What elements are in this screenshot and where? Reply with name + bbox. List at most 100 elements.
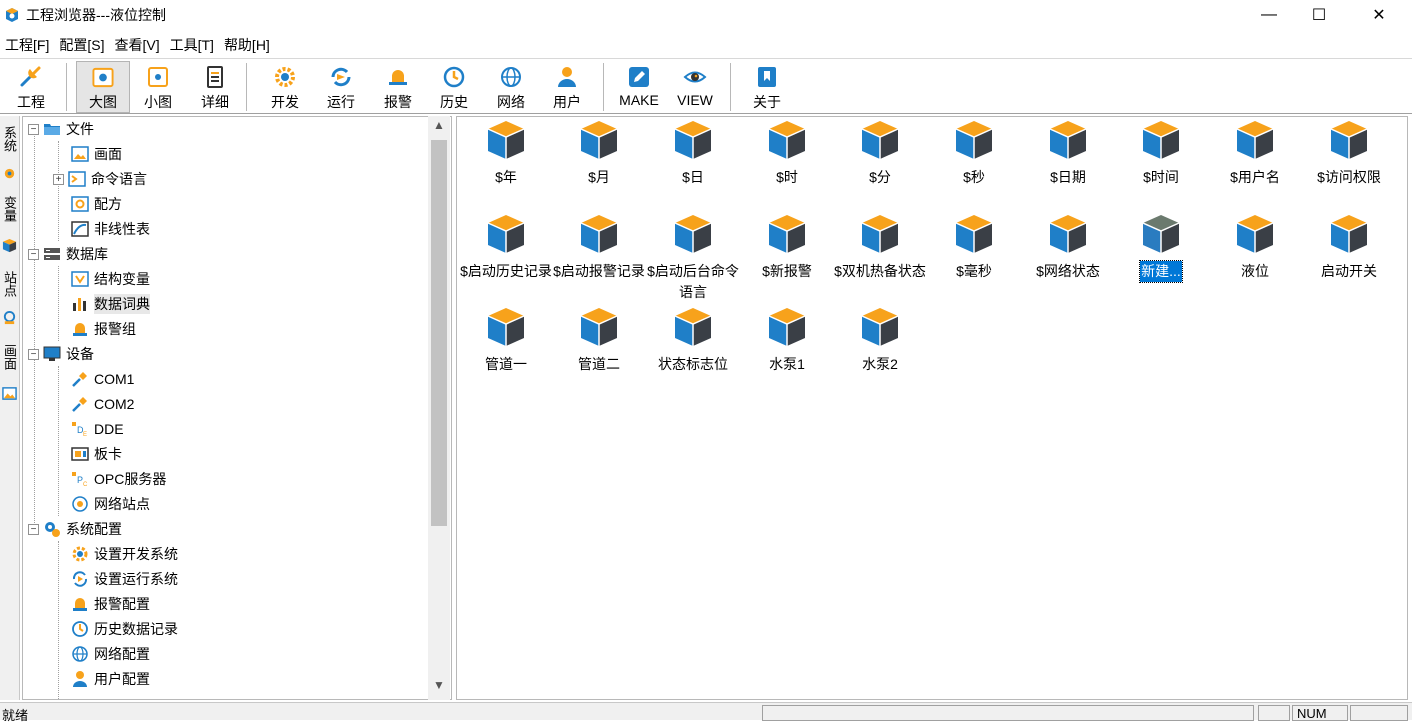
tree-item-set-dev-system[interactable]: 设置开发系统 bbox=[71, 542, 178, 566]
variable-item[interactable]: $双机热备状态 bbox=[833, 213, 927, 282]
menu-config[interactable]: 配置[S] bbox=[54, 35, 109, 55]
toolbar-separator bbox=[246, 63, 247, 111]
variable-item[interactable]: $年 bbox=[459, 119, 553, 188]
gears-icon bbox=[45, 522, 60, 537]
variable-item[interactable]: $启动后台命令语言 bbox=[646, 213, 740, 303]
new-variable-item[interactable]: 新建... bbox=[1114, 213, 1208, 283]
variable-label: $双机热备状态 bbox=[834, 263, 926, 279]
variable-item[interactable]: 状态标志位 bbox=[646, 306, 740, 375]
about-button[interactable]: 关于 bbox=[740, 61, 794, 113]
toolbar-separator bbox=[603, 63, 604, 111]
variable-label: $启动报警记录 bbox=[553, 263, 645, 279]
details-icon bbox=[207, 66, 223, 88]
details-button[interactable]: 详细 bbox=[188, 61, 242, 113]
tree-item-screen[interactable]: 画面 bbox=[71, 142, 122, 166]
tree-item-network-station[interactable]: 网络站点 bbox=[71, 492, 150, 516]
variable-item[interactable]: $秒 bbox=[927, 119, 1021, 188]
tab-system[interactable]: 系统 bbox=[1, 126, 19, 152]
menu-project[interactable]: 工程[F] bbox=[0, 35, 54, 55]
make-button[interactable]: MAKE bbox=[612, 61, 666, 113]
variable-item[interactable]: $分 bbox=[833, 119, 927, 188]
tree-item-user-config[interactable]: 用户配置 bbox=[71, 667, 150, 691]
variable-item[interactable]: $时 bbox=[740, 119, 834, 188]
tree-item-alarm-config[interactable]: 报警配置 bbox=[71, 592, 150, 616]
variable-item[interactable]: $网络状态 bbox=[1021, 213, 1115, 282]
variable-item[interactable]: 启动开关 bbox=[1302, 213, 1396, 282]
variable-item[interactable]: 管道二 bbox=[552, 306, 646, 375]
variable-item[interactable]: 管道一 bbox=[459, 306, 553, 375]
alarm-button[interactable]: 报警 bbox=[371, 61, 425, 113]
plug-icon bbox=[72, 397, 87, 412]
variable-item[interactable]: $日期 bbox=[1021, 119, 1115, 188]
variable-cube-icon bbox=[768, 121, 806, 159]
variable-item[interactable]: $毫秒 bbox=[927, 213, 1021, 282]
scroll-thumb[interactable] bbox=[431, 140, 447, 526]
tree-item-com2[interactable]: COM2 bbox=[71, 392, 134, 416]
variable-label: $秒 bbox=[963, 169, 985, 185]
variable-item[interactable]: $月 bbox=[552, 119, 646, 188]
variable-item[interactable]: $时间 bbox=[1114, 119, 1208, 188]
tree-scrollbar[interactable]: ▲ ▼ bbox=[428, 116, 450, 700]
menu-help[interactable]: 帮助[H] bbox=[219, 35, 275, 55]
tree-item-board[interactable]: 板卡 bbox=[71, 442, 122, 466]
scroll-up-icon[interactable]: ▲ bbox=[428, 118, 450, 138]
user-button[interactable]: 用户 bbox=[540, 61, 594, 113]
tree-item-system-config[interactable]: − 系统配置 bbox=[28, 517, 122, 541]
minimize-button[interactable]: — bbox=[1246, 0, 1292, 30]
variable-item[interactable]: $日 bbox=[646, 119, 740, 188]
variable-cube-icon bbox=[674, 121, 712, 159]
tab-variables[interactable]: 变量 bbox=[1, 196, 19, 222]
run-button[interactable]: 运行 bbox=[314, 61, 368, 113]
tree-item-recipe[interactable]: 配方 bbox=[71, 192, 122, 216]
variable-item[interactable]: $启动报警记录 bbox=[552, 213, 646, 282]
history-button[interactable]: 历史 bbox=[427, 61, 481, 113]
variable-item[interactable]: $用户名 bbox=[1208, 119, 1302, 188]
variable-item[interactable]: 水泵1 bbox=[740, 306, 834, 375]
status-bar: 就绪 NUM bbox=[0, 702, 1412, 723]
menu-tools[interactable]: 工具[T] bbox=[165, 35, 219, 55]
tree-item-command-language[interactable]: + 命令语言 bbox=[53, 167, 147, 191]
tree-item-history-config[interactable]: 历史数据记录 bbox=[71, 617, 178, 641]
variable-item[interactable]: $访问权限 bbox=[1302, 119, 1396, 188]
database-icon bbox=[44, 248, 60, 260]
wrench-icon bbox=[20, 66, 41, 87]
small-icons-icon bbox=[148, 67, 168, 87]
view-button[interactable]: VIEW bbox=[668, 61, 722, 113]
tree-item-network-config[interactable]: 网络配置 bbox=[71, 642, 150, 666]
tree-item-dde[interactable]: DE DDE bbox=[71, 417, 124, 441]
book-icon bbox=[758, 67, 776, 87]
tree-item-nonlinear-table[interactable]: 非线性表 bbox=[71, 217, 150, 241]
variable-cube-icon bbox=[1142, 215, 1180, 253]
variable-label: 管道二 bbox=[578, 356, 620, 372]
small-icons-button[interactable]: 小图 bbox=[131, 61, 185, 113]
globe-icon bbox=[501, 67, 521, 87]
maximize-button[interactable]: ☐ bbox=[1296, 0, 1342, 30]
variable-cube-icon bbox=[487, 121, 525, 159]
variable-label: $年 bbox=[495, 169, 517, 185]
project-button[interactable]: 工程 bbox=[4, 61, 58, 113]
close-button[interactable]: ✕ bbox=[1356, 0, 1402, 30]
tree-item-data-dictionary[interactable]: 数据词典 bbox=[71, 292, 150, 316]
network-button[interactable]: 网络 bbox=[484, 61, 538, 113]
develop-button[interactable]: 开发 bbox=[258, 61, 312, 113]
variable-item[interactable]: 水泵2 bbox=[833, 306, 927, 375]
menu-view[interactable]: 查看[V] bbox=[109, 35, 164, 55]
tree-item-database[interactable]: − 数据库 bbox=[28, 242, 108, 266]
run-icon bbox=[72, 571, 88, 587]
variable-cube-icon bbox=[1142, 121, 1180, 159]
status-panel bbox=[762, 705, 1254, 721]
tree-item-com1[interactable]: COM1 bbox=[71, 367, 134, 391]
variable-item[interactable]: 液位 bbox=[1208, 213, 1302, 282]
tree-item-alarm-group[interactable]: 报警组 bbox=[71, 317, 136, 341]
tree-item-opc-server[interactable]: PC OPC服务器 bbox=[71, 467, 166, 491]
variable-item[interactable]: $新报警 bbox=[740, 213, 834, 282]
tree-item-file[interactable]: − 文件 bbox=[28, 117, 94, 141]
tree-item-struct-variables[interactable]: 结构变量 bbox=[71, 267, 150, 291]
tab-stations[interactable]: 站点 bbox=[1, 271, 19, 297]
variable-item[interactable]: $启动历史记录 bbox=[459, 213, 553, 282]
tab-screens[interactable]: 画面 bbox=[1, 344, 19, 370]
scroll-down-icon[interactable]: ▼ bbox=[428, 678, 450, 698]
tree-item-device[interactable]: − 设备 bbox=[28, 342, 94, 366]
tree-item-set-run-system[interactable]: 设置运行系统 bbox=[71, 567, 178, 591]
large-icons-button[interactable]: 大图 bbox=[76, 61, 130, 113]
